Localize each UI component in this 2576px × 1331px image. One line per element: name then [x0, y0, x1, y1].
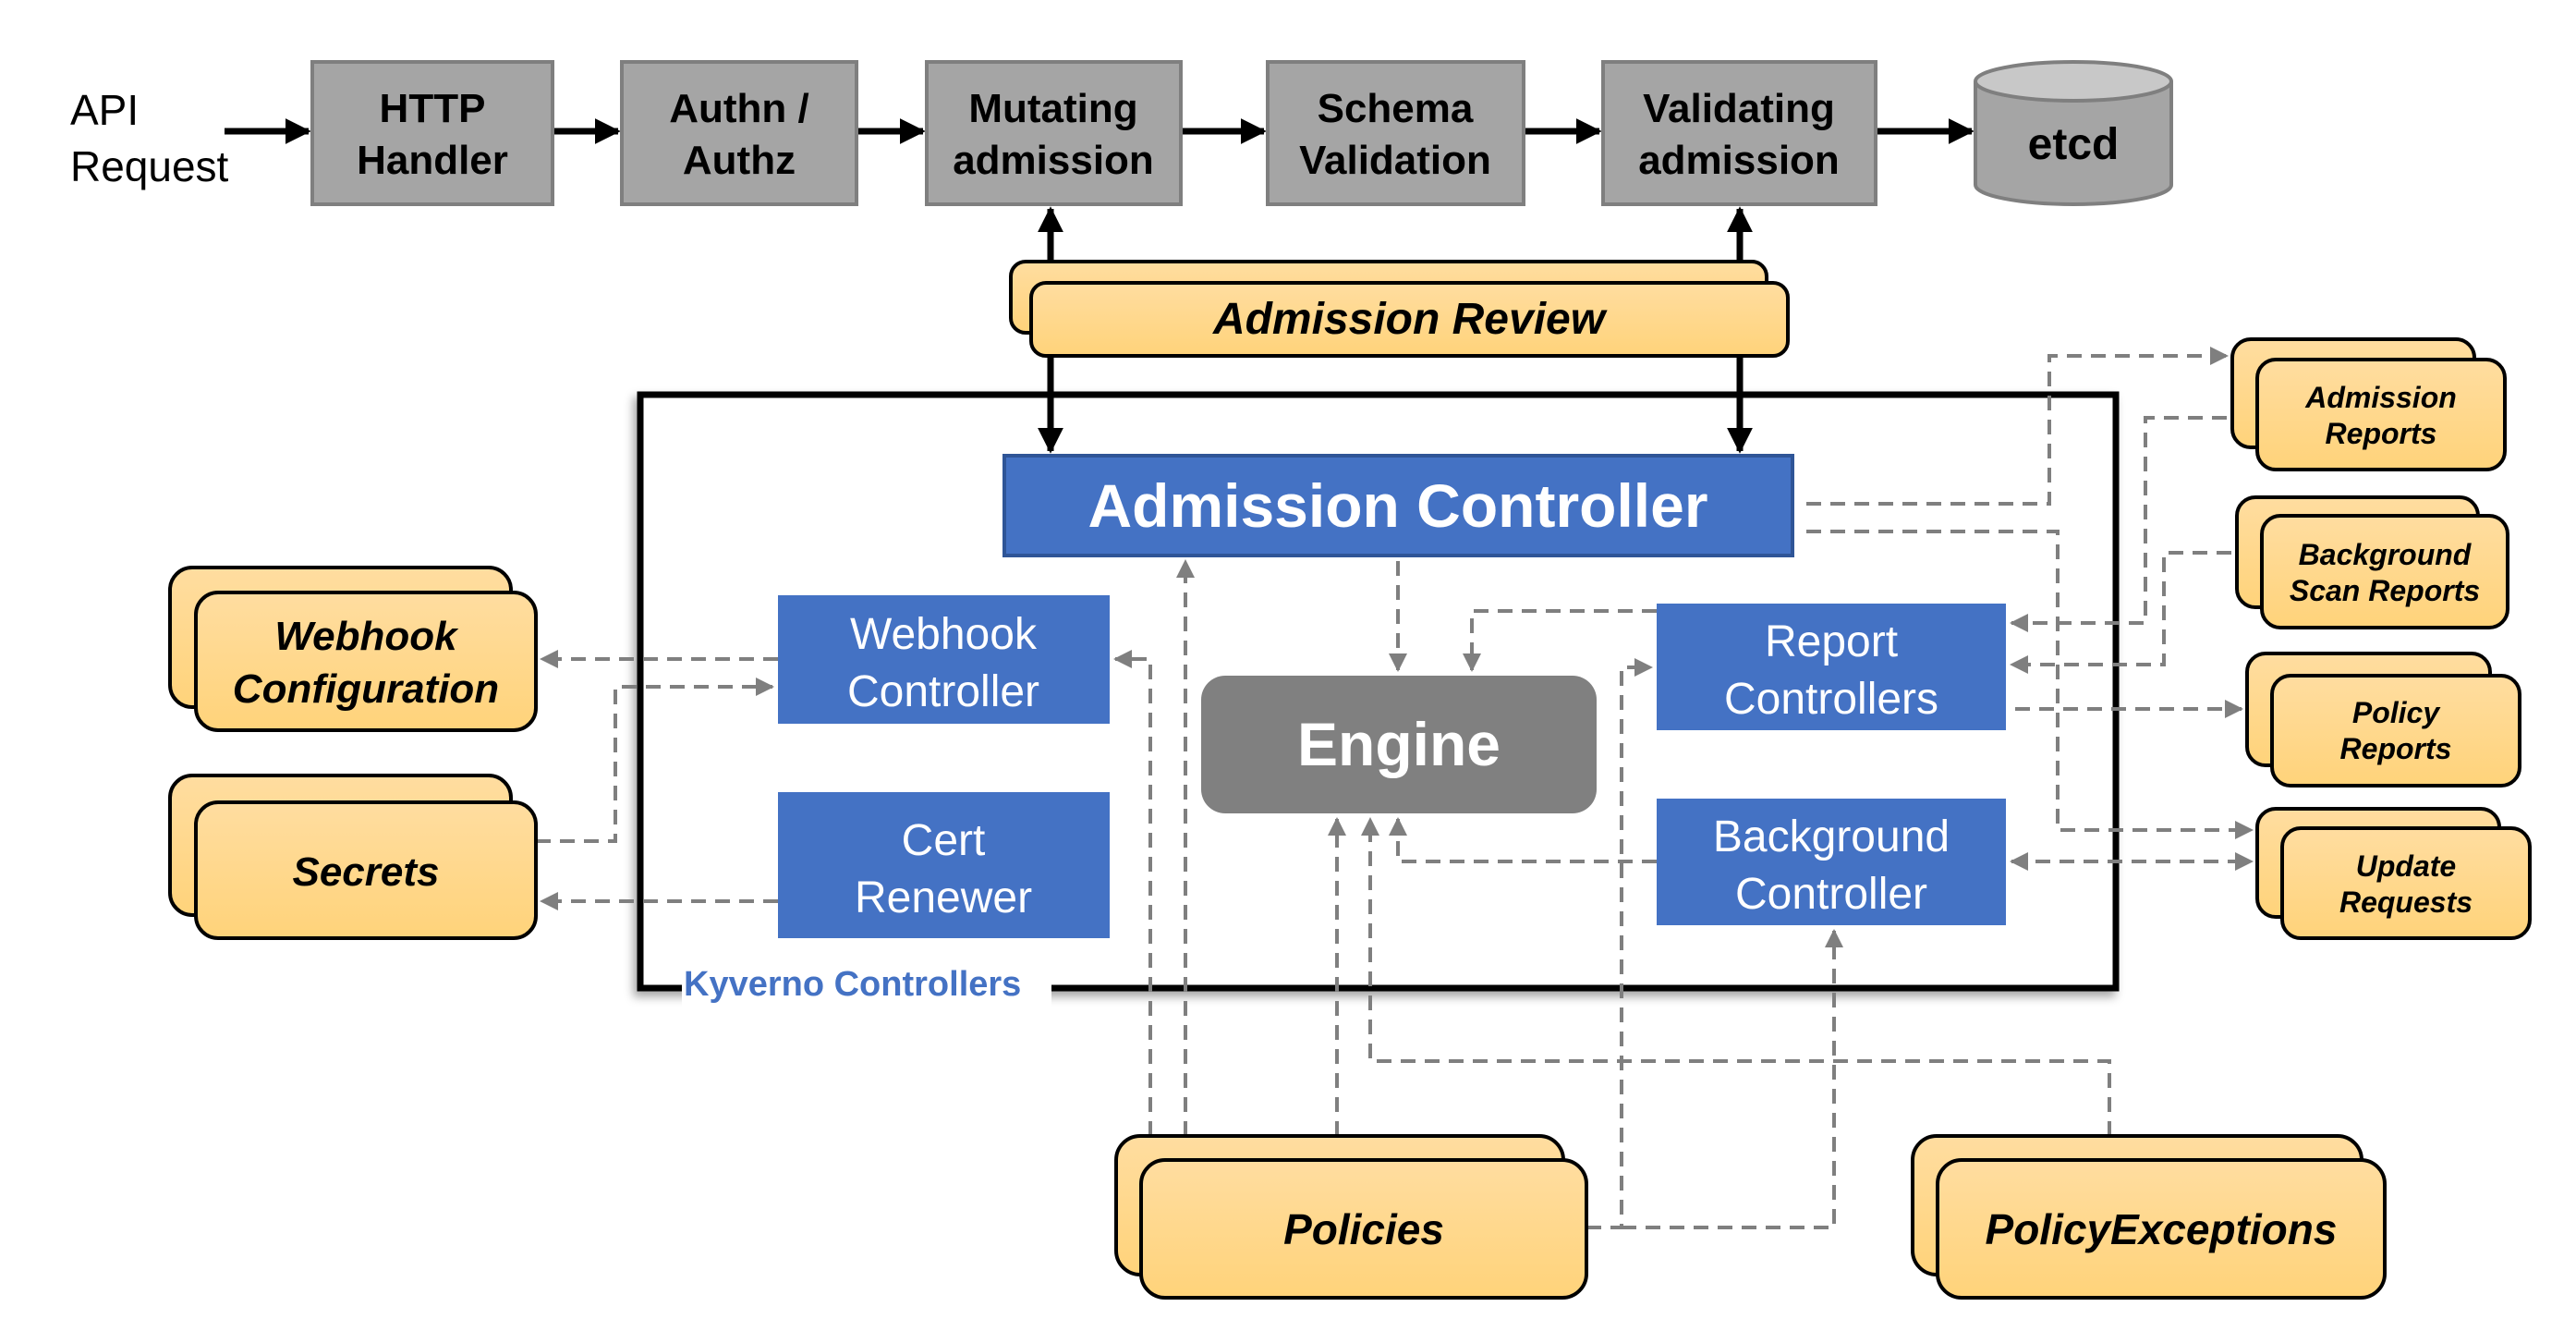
svg-text:API: API: [70, 86, 139, 134]
policy-reports-resource: Policy Reports: [2245, 652, 2521, 788]
background-scan-reports-resource: Background Scan Reports: [2235, 495, 2509, 629]
svg-text:Cert: Cert: [902, 816, 986, 865]
svg-text:Request: Request: [70, 142, 229, 190]
svg-text:Validating: Validating: [1643, 86, 1835, 131]
kyverno-architecture-diagram: API Request HTTP Handler Authn / Authz M…: [70, 60, 2532, 1300]
svg-text:Report: Report: [1765, 617, 1898, 666]
svg-text:Policy: Policy: [2352, 696, 2441, 729]
svg-text:Webhook: Webhook: [850, 610, 1038, 659]
admission-review-stack: Admission Review: [1009, 260, 1790, 358]
svg-text:Requests: Requests: [2339, 885, 2473, 919]
svg-text:Reports: Reports: [2340, 732, 2452, 765]
secrets-resource: Secrets: [168, 774, 538, 940]
svg-text:Engine: Engine: [1297, 710, 1501, 778]
svg-text:Background: Background: [2299, 538, 2473, 571]
svg-text:Mutating: Mutating: [968, 86, 1137, 131]
stage-validating-admission: Validating admission: [1601, 60, 1877, 206]
svg-text:HTTP: HTTP: [380, 86, 486, 131]
admission-reports-resource: Admission Reports: [2230, 337, 2507, 471]
webhook-configuration-resource: Webhook Configuration: [168, 566, 538, 732]
background-controller: Background Controller: [1657, 799, 2006, 925]
svg-text:Schema: Schema: [1318, 86, 1474, 131]
svg-text:Update: Update: [2356, 849, 2456, 883]
cert-renewer: Cert Renewer: [778, 792, 1110, 938]
svg-text:Admission Controller: Admission Controller: [1088, 471, 1707, 540]
etcd-label: etcd: [2028, 120, 2120, 169]
webhook-controller: Webhook Controller: [778, 595, 1110, 724]
admission-controller: Admission Controller: [1002, 454, 1794, 557]
stage-authn-authz: Authn / Authz: [620, 60, 858, 206]
stage-schema-validation: Schema Validation: [1266, 60, 1525, 206]
svg-text:Controllers: Controllers: [1724, 675, 1938, 724]
svg-text:Authz: Authz: [683, 138, 796, 183]
svg-text:Policies: Policies: [1283, 1205, 1444, 1253]
admission-review-label: Admission Review: [1212, 295, 1608, 344]
etcd-cylinder-icon: etcd: [1974, 60, 2173, 206]
svg-text:Handler: Handler: [357, 138, 508, 183]
svg-text:admission: admission: [1638, 138, 1840, 183]
svg-text:Background: Background: [1713, 812, 1950, 861]
policy-exceptions-resource: PolicyExceptions: [1911, 1134, 2387, 1300]
svg-text:Kyverno Controllers: Kyverno Controllers: [684, 965, 1021, 1004]
report-controllers: Report Controllers: [1657, 604, 2006, 730]
svg-text:Validation: Validation: [1299, 138, 1491, 183]
kyverno-controllers-label: Kyverno Controllers: [682, 961, 1051, 1007]
svg-text:Configuration: Configuration: [233, 666, 499, 712]
svg-text:Admission: Admission: [2304, 381, 2457, 414]
svg-text:Scan Reports: Scan Reports: [2290, 574, 2480, 607]
svg-text:Renewer: Renewer: [855, 873, 1032, 922]
svg-text:admission: admission: [953, 138, 1154, 183]
svg-text:Webhook: Webhook: [274, 614, 459, 659]
stage-http-handler: HTTP Handler: [310, 60, 554, 206]
svg-text:PolicyExceptions: PolicyExceptions: [1986, 1205, 2338, 1253]
policies-resource: Policies: [1114, 1134, 1588, 1300]
svg-text:Reports: Reports: [2326, 417, 2437, 450]
svg-text:Secrets: Secrets: [292, 849, 439, 895]
svg-text:Controller: Controller: [1735, 870, 1927, 919]
engine: Engine: [1201, 676, 1597, 813]
stage-mutating-admission: Mutating admission: [925, 60, 1183, 206]
svg-text:Controller: Controller: [847, 667, 1039, 716]
update-requests-resource: Update Requests: [2255, 807, 2532, 940]
svg-text:Authn /: Authn /: [669, 86, 809, 131]
api-request-label: API Request: [70, 86, 229, 190]
